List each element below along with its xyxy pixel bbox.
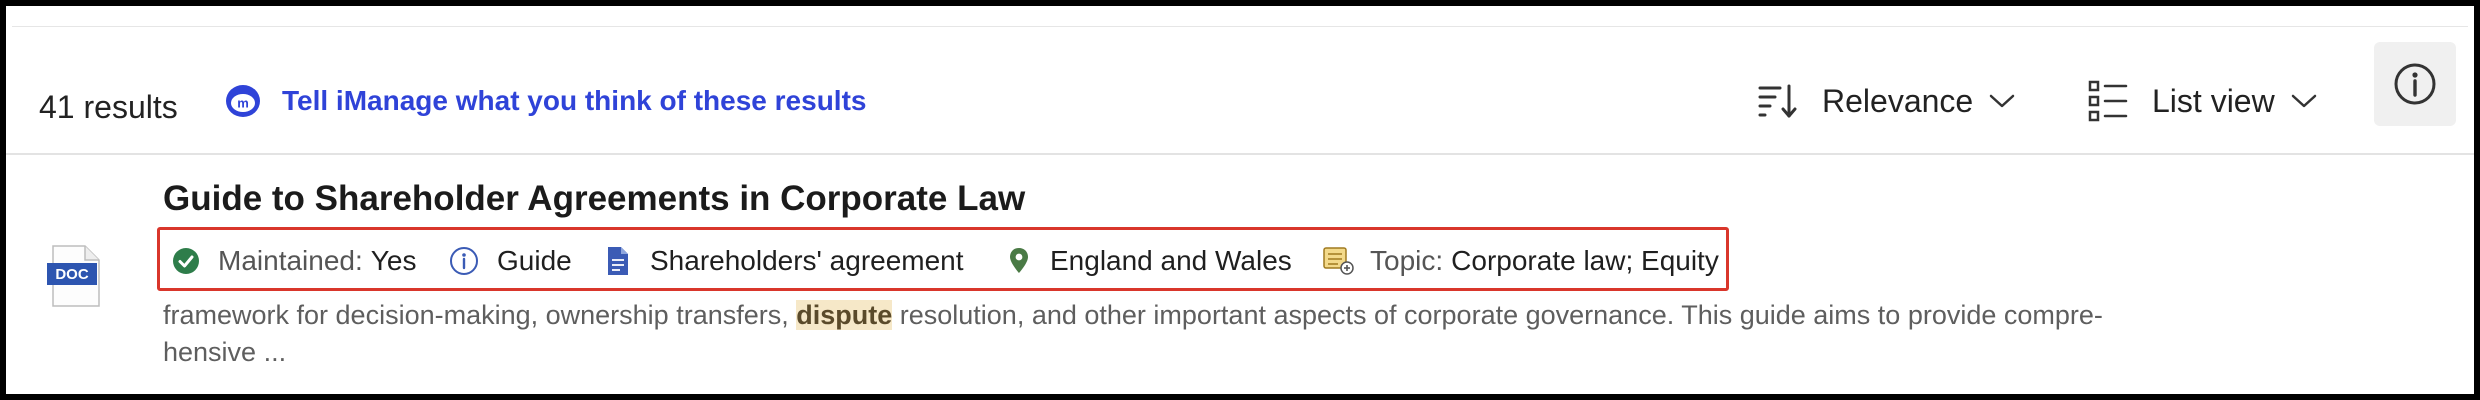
feedback-link-text: Tell iManage what you think of these res… bbox=[282, 85, 867, 116]
snippet-highlight: dispute bbox=[796, 300, 893, 330]
info-outline-icon bbox=[450, 247, 478, 275]
results-count: 41 results bbox=[39, 89, 178, 125]
sort-label: Relevance bbox=[1822, 82, 1974, 119]
document-icon bbox=[608, 247, 628, 275]
chevron-down-icon bbox=[2291, 94, 2316, 108]
location-pin-icon bbox=[1010, 248, 1028, 273]
view-dropdown[interactable]: List view bbox=[2088, 75, 2317, 127]
meta-maintained: Maintained: Yes bbox=[172, 241, 416, 281]
doc-badge-label: DOC bbox=[55, 266, 89, 283]
snippet-text: framework for decision-making, ownership… bbox=[163, 300, 797, 330]
metadata-highlight-box: Maintained: Yes Guide Shareholders' agre… bbox=[157, 227, 1729, 291]
topic-icon bbox=[1323, 247, 1354, 275]
snippet-text: resolution, and other important aspects … bbox=[892, 300, 2103, 330]
feedback-link[interactable]: m Tell iManage what you think of these r… bbox=[224, 81, 866, 121]
sort-descending-icon bbox=[1758, 84, 1797, 118]
meta-topic: Topic: Corporate law; Equity bbox=[1322, 241, 1719, 281]
meta-doc-type: Shareholders' agreement bbox=[606, 241, 964, 281]
meta-jurisdiction: England and Wales bbox=[1008, 241, 1292, 281]
imanage-logo-icon: m bbox=[226, 85, 260, 117]
result-snippet: framework for decision-making, ownership… bbox=[163, 297, 2283, 371]
result-title-link[interactable]: Guide to Shareholder Agreements in Corpo… bbox=[163, 177, 1025, 221]
meta-doc-type-value: Shareholders' agreement bbox=[650, 245, 964, 276]
meta-maintained-value: Yes bbox=[370, 245, 417, 276]
doc-file-icon: DOC bbox=[47, 245, 100, 307]
meta-type: Guide bbox=[449, 241, 572, 281]
info-icon bbox=[2394, 63, 2436, 105]
info-button[interactable] bbox=[2374, 42, 2456, 126]
check-circle-icon bbox=[173, 248, 199, 274]
results-toolbar: 41 results m Tell iManage what you think… bbox=[6, 21, 2474, 155]
chevron-down-icon bbox=[1989, 94, 2015, 108]
meta-topic-key: Topic: bbox=[1370, 245, 1444, 276]
meta-topic-value: Corporate law; Equity bbox=[1451, 245, 1719, 276]
svg-text:m: m bbox=[237, 96, 249, 111]
meta-jurisdiction-value: England and Wales bbox=[1050, 245, 1292, 276]
meta-maintained-key: Maintained: bbox=[218, 245, 363, 276]
list-view-icon bbox=[2088, 80, 2128, 122]
meta-type-value: Guide bbox=[497, 245, 572, 276]
sort-dropdown[interactable]: Relevance bbox=[1758, 75, 2015, 127]
search-result-item: DOC Guide to Shareholder Agreements in C… bbox=[0, 155, 2480, 395]
view-label: List view bbox=[2152, 82, 2275, 119]
snippet-text: hensive ... bbox=[163, 337, 287, 367]
